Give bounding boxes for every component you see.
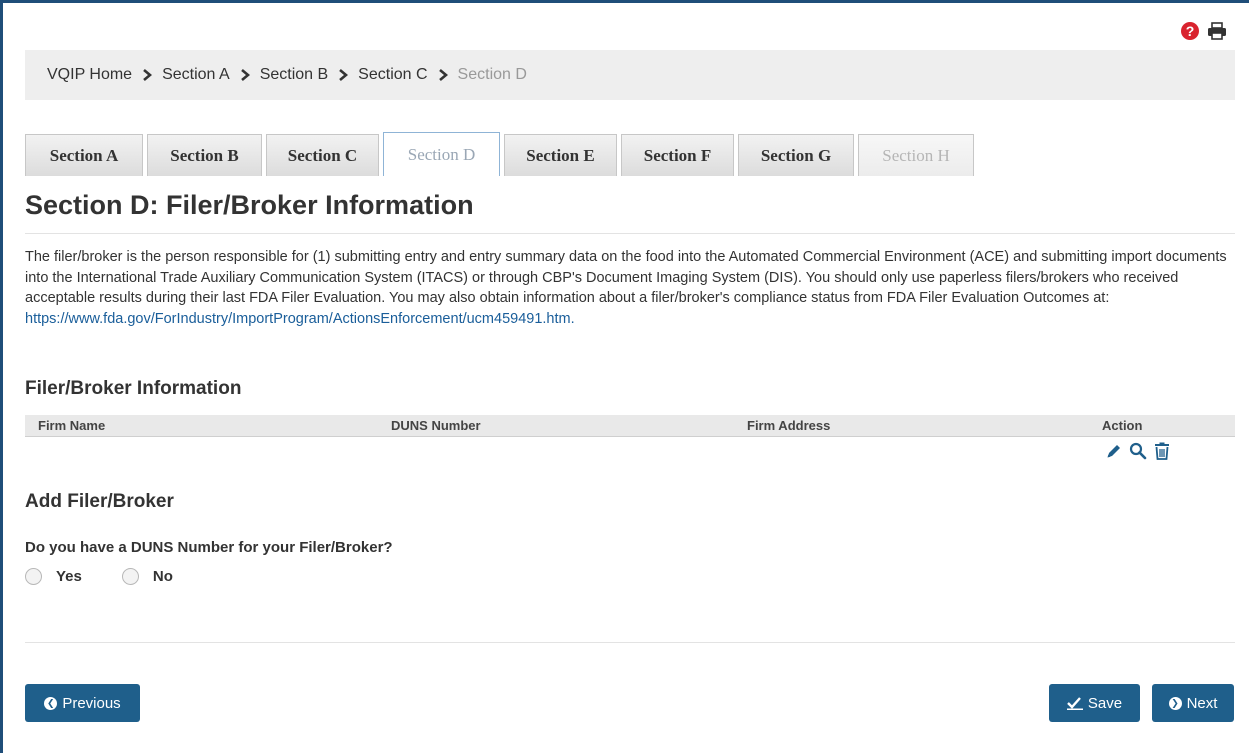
print-icon[interactable] <box>1207 22 1227 40</box>
chevron-right-icon <box>339 69 349 81</box>
title-divider <box>25 233 1235 234</box>
column-duns-number: DUNS Number <box>391 418 481 433</box>
chevron-right-icon <box>143 69 153 81</box>
column-firm-address: Firm Address <box>747 418 831 433</box>
edit-icon[interactable] <box>1105 442 1123 460</box>
duns-radio-group: Yes No <box>25 568 213 585</box>
previous-button-label: Previous <box>62 694 121 712</box>
filer-table-header: Firm Name DUNS Number Firm Address Actio… <box>25 415 1235 437</box>
duns-yes-radio[interactable] <box>25 568 42 585</box>
tab-section-a[interactable]: Section A <box>25 134 143 176</box>
breadcrumb-section-c[interactable]: Section C <box>358 66 427 84</box>
footer-divider <box>25 642 1235 643</box>
utility-icons: ? <box>1181 22 1227 40</box>
duns-no-label[interactable]: No <box>153 568 173 585</box>
column-firm-name: Firm Name <box>38 418 106 433</box>
breadcrumb-section-a[interactable]: Section A <box>162 66 230 84</box>
breadcrumb-vqip-home[interactable]: VQIP Home <box>47 66 132 84</box>
section-tabs: Section A Section B Section C Section D … <box>25 132 974 176</box>
row-actions <box>1105 442 1171 460</box>
page-frame <box>0 0 1249 753</box>
duns-no-radio[interactable] <box>121 568 139 585</box>
tab-section-h: Section H <box>858 134 974 176</box>
chevron-right-icon <box>240 69 250 81</box>
breadcrumb: VQIP Home Section A Section B Section C … <box>25 50 1235 100</box>
chevron-right-icon <box>438 69 448 81</box>
breadcrumb-section-d: Section D <box>457 66 527 83</box>
column-action: Action <box>1102 418 1143 433</box>
help-icon[interactable]: ? <box>1181 22 1199 40</box>
intro-paragraph: The filer/broker is the person responsib… <box>25 249 1227 306</box>
duns-question: Do you have a DUNS Number for your Filer… <box>25 539 393 556</box>
tab-section-d[interactable]: Section D <box>383 132 500 176</box>
tab-section-b[interactable]: Section B <box>147 134 262 176</box>
chevron-left-circle-icon: ❮ <box>44 696 58 710</box>
next-button-label: Next <box>1186 694 1218 712</box>
filer-table-heading: Filer/Broker Information <box>25 378 242 399</box>
save-button[interactable]: Save <box>1049 684 1140 722</box>
trash-icon[interactable] <box>1153 442 1171 460</box>
previous-button[interactable]: ❮ Previous <box>25 684 140 722</box>
chevron-right-circle-icon: ❯ <box>1168 696 1182 710</box>
tab-section-g[interactable]: Section G <box>738 134 854 176</box>
save-button-label: Save <box>1087 694 1123 712</box>
tab-section-c[interactable]: Section C <box>266 134 379 176</box>
tab-section-f[interactable]: Section F <box>621 134 734 176</box>
breadcrumb-section-b[interactable]: Section B <box>260 66 328 84</box>
duns-yes-label[interactable]: Yes <box>56 568 82 585</box>
filer-evaluation-link[interactable]: https://www.fda.gov/ForIndustry/ImportPr… <box>25 309 1240 330</box>
search-icon[interactable] <box>1129 442 1147 460</box>
page-title: Section D: Filer/Broker Information <box>25 190 474 220</box>
tab-section-e[interactable]: Section E <box>504 134 617 176</box>
next-button[interactable]: ❯ Next <box>1152 684 1234 722</box>
add-filer-heading: Add Filer/Broker <box>25 491 174 512</box>
intro-text: The filer/broker is the person responsib… <box>25 247 1240 329</box>
check-save-icon <box>1066 697 1083 710</box>
